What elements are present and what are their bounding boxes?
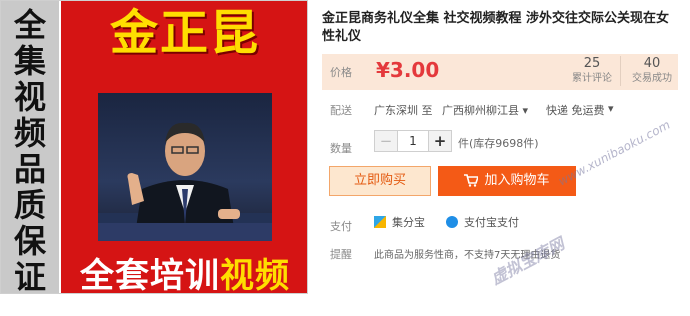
banner-char: 质: [13, 186, 46, 224]
banner-char: 保: [13, 222, 46, 260]
shipping-method: 快递 免运费: [546, 104, 605, 117]
shipping-label: 配送: [330, 104, 352, 117]
add-to-cart-label: 加入购物车: [484, 173, 550, 188]
quantity-input[interactable]: 1: [398, 131, 428, 151]
banner-bottom-text-white: 全套培训: [80, 256, 220, 294]
payment-option-alipay: 支付宝支付: [446, 214, 519, 230]
side-banner: 全 集 视 频 品 质 保 证: [1, 1, 59, 294]
reviews-label: 累计评论: [572, 73, 612, 84]
price-label: 价格: [330, 66, 352, 79]
price-value: ¥3.00: [376, 58, 440, 82]
payment-option-alipay-label: 支付宝支付: [464, 216, 519, 229]
payment-option-jifenbao-label: 集分宝: [392, 216, 425, 229]
banner-char: 品: [13, 150, 46, 188]
sales-stat: 40 交易成功: [624, 56, 680, 86]
stock-text: 件(库存9698件): [458, 137, 539, 150]
banner-char: 全: [13, 6, 46, 44]
sales-count: 40: [643, 56, 661, 71]
reviews-stat[interactable]: 25 累计评论: [564, 56, 621, 86]
banner-char: 证: [13, 258, 46, 294]
alipay-icon: [446, 216, 458, 228]
speaker-photo: [98, 93, 272, 241]
banner-char: 视: [13, 78, 46, 116]
speaker-illustration: [98, 122, 272, 241]
product-title: 金正昆商务礼仪全集 社交视频教程 涉外交往交际公关现在女性礼仪: [322, 11, 670, 44]
quantity-stepper: − 1 +: [374, 130, 452, 152]
shipping-destination: 广西柳州柳江县: [442, 104, 519, 117]
product-image[interactable]: 全 集 视 频 品 质 保 证 金正昆 全套培训视频: [0, 0, 308, 294]
banner-char: 集: [13, 42, 46, 80]
reviews-count: 25: [583, 56, 601, 71]
quantity-decrease-button[interactable]: −: [375, 131, 398, 151]
payment-label: 支付: [330, 220, 352, 233]
payment-option-jifenbao: 集分宝: [374, 214, 425, 230]
banner-title: 金正昆: [109, 5, 260, 61]
add-to-cart-button[interactable]: 加入购物车: [438, 166, 576, 196]
price-panel: 价格 ¥3.00 25 累计评论 40 交易成功: [322, 54, 678, 90]
sales-label: 交易成功: [632, 73, 672, 84]
chevron-down-icon: ▾: [522, 104, 529, 117]
main-banner: 金正昆 全套培训视频: [61, 1, 307, 294]
shipping-destination-select[interactable]: 广西柳州柳江县 ▾: [442, 102, 528, 118]
chevron-down-icon: ▾: [608, 102, 614, 115]
quantity-label: 数量: [330, 142, 352, 155]
banner-bottom-text: 全套培训视频: [61, 256, 307, 294]
cart-icon: [464, 174, 480, 187]
quantity-increase-button[interactable]: +: [428, 131, 451, 151]
notice-label: 提醒: [330, 248, 352, 261]
shipping-origin: 广东深圳 至: [374, 104, 433, 117]
jifenbao-icon: [374, 216, 386, 228]
banner-char: 频: [13, 114, 46, 152]
banner-bottom-text-yellow: 视频: [220, 256, 290, 294]
buy-now-button[interactable]: 立即购买: [329, 166, 431, 196]
